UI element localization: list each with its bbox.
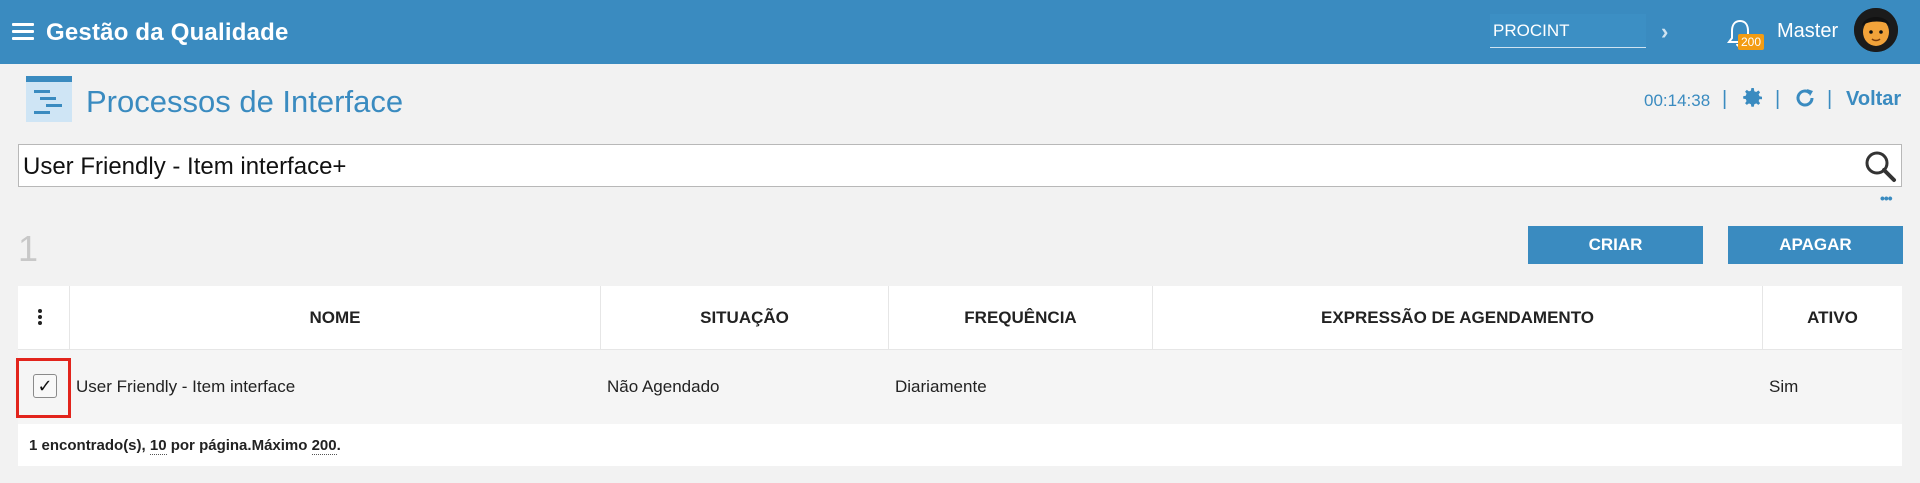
column-header-ativo[interactable]: ATIVO — [1763, 286, 1902, 350]
cell-situacao: Não Agendado — [607, 377, 720, 396]
cell-nome: User Friendly - Item interface — [76, 377, 296, 396]
actions-column-header[interactable] — [18, 286, 70, 350]
cell-ativo: Sim — [1769, 377, 1799, 396]
search-icon[interactable] — [1863, 149, 1897, 183]
page-title: Processos de Interface — [86, 84, 404, 119]
per-page-label: por página.Máximo — [170, 437, 308, 454]
page-size-selector[interactable]: 10 — [149, 437, 167, 455]
vertical-dots-icon[interactable] — [37, 308, 43, 326]
found-count: 1 — [29, 437, 38, 454]
app-title: Gestão da Qualidade — [46, 19, 289, 46]
chevron-right-icon[interactable]: › — [1661, 19, 1668, 45]
refresh-icon[interactable] — [1793, 86, 1817, 110]
notification-badge: 200 — [1738, 34, 1765, 50]
module-search-input[interactable]: PROCINT — [1490, 14, 1646, 48]
table-row[interactable]: ✓ User Friendly - Item interface Não Age… — [16, 350, 1902, 424]
record-count: 1 — [18, 228, 39, 269]
gear-icon[interactable] — [1741, 86, 1765, 110]
separator: | — [1775, 88, 1781, 110]
column-header-frequencia[interactable]: FREQUÊNCIA — [889, 286, 1153, 350]
table-header: NOME SITUAÇÃO FREQUÊNCIA EXPRESSÃO DE AG… — [18, 286, 1902, 350]
separator: | — [1827, 88, 1833, 110]
user-avatar[interactable] — [1854, 8, 1898, 52]
cell-frequencia: Diariamente — [895, 377, 987, 396]
delete-button[interactable]: APAGAR — [1728, 226, 1903, 264]
table-footer: 1 encontrado(s), 10 por página.Máximo 20… — [18, 424, 1902, 466]
process-table: NOME SITUAÇÃO FREQUÊNCIA EXPRESSÃO DE AG… — [16, 286, 1902, 466]
footer-end: . — [336, 437, 341, 454]
top-bar: Gestão da Qualidade PROCINT › 200 Master — [0, 0, 1920, 64]
row-checkbox[interactable]: ✓ — [33, 374, 57, 398]
create-button[interactable]: CRIAR — [1528, 226, 1703, 264]
process-list-icon — [26, 76, 72, 122]
back-link[interactable]: Voltar — [1846, 88, 1901, 111]
column-header-situacao[interactable]: SITUAÇÃO — [601, 286, 889, 350]
filter-input[interactable]: User Friendly - Item interface+ — [18, 144, 1902, 187]
hamburger-menu-icon[interactable] — [12, 23, 34, 41]
column-header-nome[interactable]: NOME — [70, 286, 601, 350]
column-header-expressao[interactable]: EXPRESSÃO DE AGENDAMENTO — [1153, 286, 1763, 350]
found-label: encontrado(s), — [41, 437, 146, 454]
content-area: Processos de Interface 00:14:38 | | | Vo… — [0, 64, 1920, 483]
user-name[interactable]: Master — [1777, 20, 1838, 43]
separator: | — [1722, 88, 1728, 110]
max-records-selector[interactable]: 200 — [311, 437, 337, 455]
more-options-icon[interactable]: ••• — [1880, 190, 1893, 206]
session-timer: 00:14:38 — [1644, 91, 1711, 110]
